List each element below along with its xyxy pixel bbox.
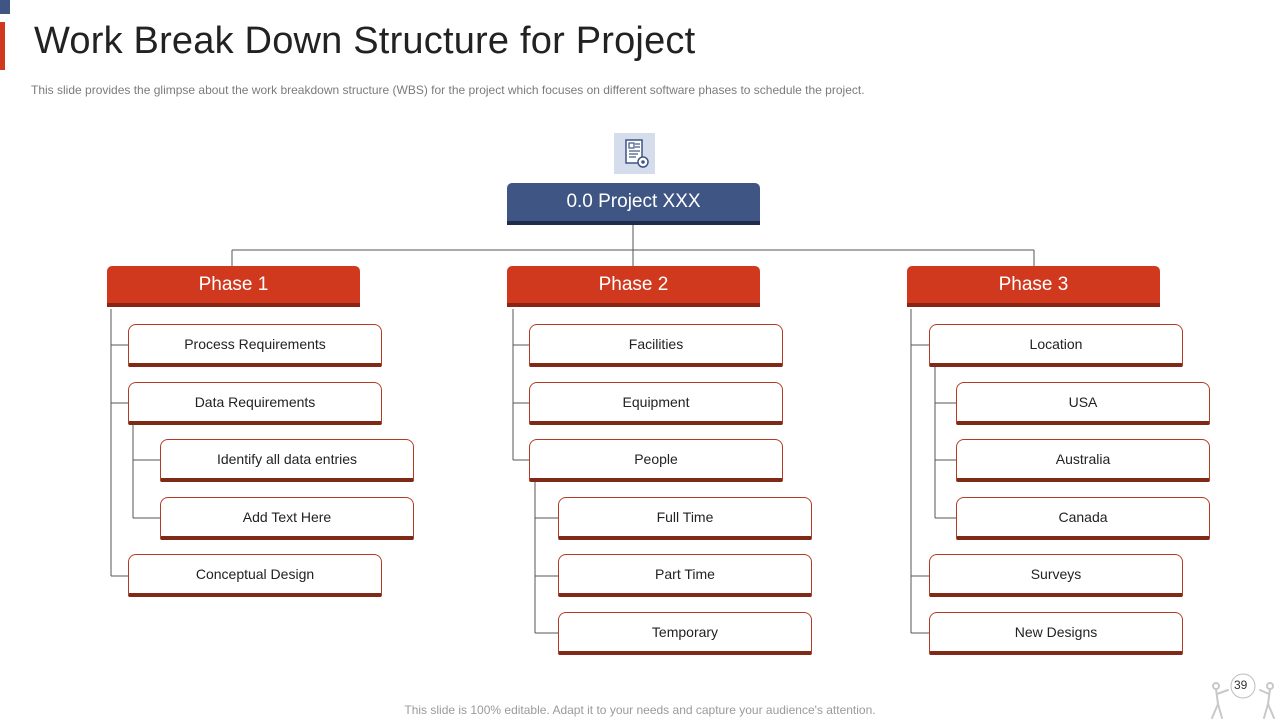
footer-note: This slide is 100% editable. Adapt it to… — [404, 703, 876, 717]
phase-3-item-location: Location — [929, 324, 1183, 367]
phase-1-item-data-requirements: Data Requirements — [128, 382, 382, 425]
phase-3-header: Phase 3 — [907, 266, 1160, 307]
phase-3-subitem-canada: Canada — [956, 497, 1210, 540]
phase-2-subitem-part-time: Part Time — [558, 554, 812, 597]
phase-1-subitem-add-text: Add Text Here — [160, 497, 414, 540]
phase-1-item-process-requirements: Process Requirements — [128, 324, 382, 367]
document-gear-icon — [614, 133, 655, 174]
phase-2-item-facilities: Facilities — [529, 324, 783, 367]
phase-3-item-new-designs: New Designs — [929, 612, 1183, 655]
phase-2-subitem-temporary: Temporary — [558, 612, 812, 655]
root-node: 0.0 Project XXX — [507, 183, 760, 225]
phase-3-subitem-usa: USA — [956, 382, 1210, 425]
phase-2-item-people: People — [529, 439, 783, 482]
phase-3-item-surveys: Surveys — [929, 554, 1183, 597]
phase-1-header: Phase 1 — [107, 266, 360, 307]
phase-2-subitem-full-time: Full Time — [558, 497, 812, 540]
phase-3-subitem-australia: Australia — [956, 439, 1210, 482]
phase-2-item-equipment: Equipment — [529, 382, 783, 425]
page-number: 39 — [1234, 678, 1248, 692]
phase-1-subitem-identify-data-entries: Identify all data entries — [160, 439, 414, 482]
phase-1-item-conceptual-design: Conceptual Design — [128, 554, 382, 597]
phase-2-header: Phase 2 — [507, 266, 760, 307]
